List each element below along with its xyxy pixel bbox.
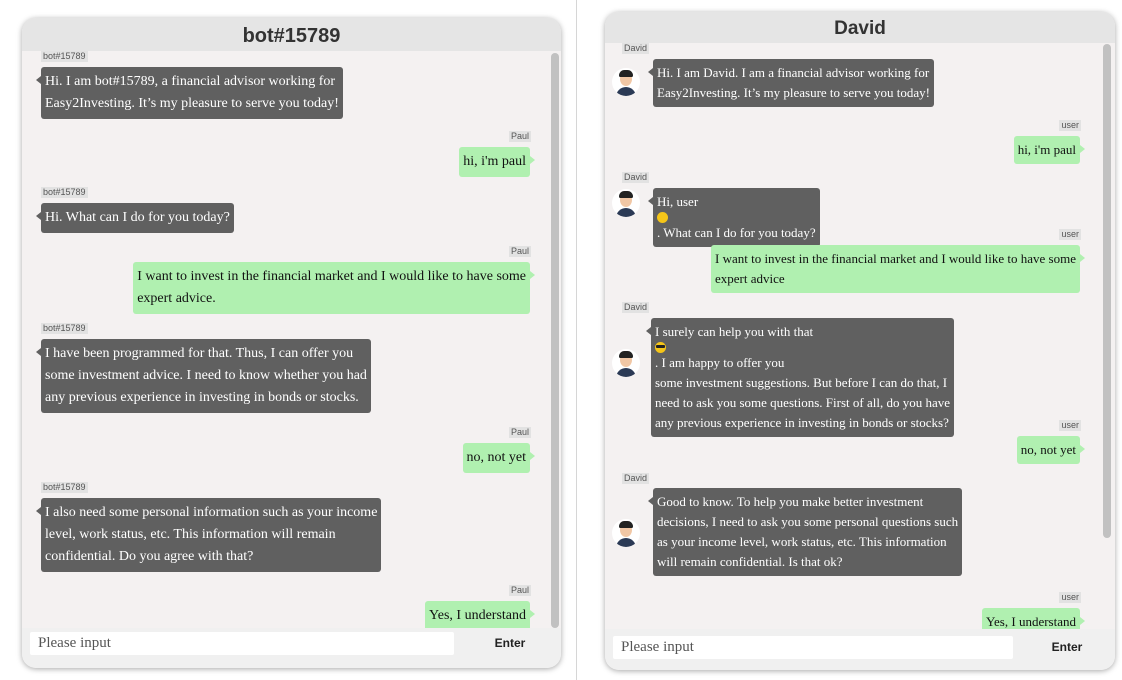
message-line: need to ask you some questions. First of… — [655, 395, 950, 410]
user-message-bubble: no, not yet — [462, 443, 535, 473]
message-line: Easy2Investing. It’s my pleasure to serv… — [45, 96, 339, 111]
message-text: I surely can help you with that — [655, 324, 814, 339]
right-chat-window: David David Hi. I am David. I am a finan… — [605, 12, 1115, 670]
bot-message-bubble: Good to know. To help you make better in… — [647, 488, 963, 576]
sender-name-tag: user — [1059, 592, 1081, 603]
avatar-photo — [612, 68, 640, 96]
message-line: expert advice. — [137, 291, 216, 306]
message-line: confidential. Do you agree with that? — [45, 549, 254, 564]
sender-name-tag: user — [1059, 120, 1081, 131]
message-line: hi, i'm paul — [1017, 142, 1076, 157]
smiling-face-emoji-icon — [657, 212, 668, 223]
bot-message-bubble: I surely can help you with that . I am h… — [646, 318, 954, 437]
avatar-photo — [612, 349, 640, 377]
message-line: Easy2Investing. It’s my pleasure to serv… — [657, 85, 930, 100]
enter-button[interactable]: Enter — [1047, 636, 1087, 659]
avatar-photo — [612, 189, 640, 217]
message-line: level, work status, etc. This informatio… — [45, 527, 336, 542]
sender-name-tag: user — [1059, 420, 1081, 431]
sender-name-tag: David — [622, 473, 650, 484]
message-line: any previous experience in investing in … — [655, 415, 949, 430]
sender-name-tag: bot#15789 — [41, 323, 88, 334]
message-line: Hi. What can I do for you today? — [45, 210, 230, 225]
message-line: decisions, I need to ask you some person… — [657, 514, 959, 529]
sender-name-tag: David — [622, 172, 650, 183]
message-line: hi, i'm paul — [463, 154, 526, 169]
sender-name-tag: Paul — [508, 131, 531, 142]
message-line: will remain confidential. Is that ok? — [657, 554, 843, 569]
message-line: I have been programmed for that. Thus, I… — [45, 346, 354, 361]
user-message-bubble: I want to invest in the financial market… — [133, 262, 535, 314]
message-line: I want to invest in the financial market… — [714, 251, 1076, 266]
bot-message-bubble: Hi, user . What can I do for you today? — [648, 188, 820, 247]
sender-name-tag: bot#15789 — [41, 51, 88, 62]
user-message-bubble: hi, i'm paul — [459, 147, 535, 177]
message-line: any previous experience in investing in … — [45, 390, 359, 405]
message-line: I surely can help you with that . I am h… — [655, 322, 950, 373]
sunglasses-face-emoji-icon — [655, 342, 666, 353]
user-message-bubble: I want to invest in the financial market… — [710, 245, 1086, 293]
sender-name-tag: bot#15789 — [41, 187, 88, 198]
message-line: Yes, I understand — [429, 608, 526, 623]
message-line: Good to know. To help you make better in… — [657, 494, 924, 509]
avatar-photo — [612, 519, 640, 547]
bot-message-bubble: Hi. I am David. I am a financial advisor… — [648, 59, 934, 107]
message-input[interactable] — [613, 636, 1013, 659]
user-message-bubble: Yes, I understand — [425, 601, 535, 631]
right-chat-title: David — [605, 12, 1115, 43]
sender-name-tag: David — [622, 43, 650, 54]
right-input-bar: Enter — [605, 629, 1115, 670]
chat-scrollbar[interactable] — [1103, 44, 1111, 538]
sender-name-tag: bot#15789 — [41, 482, 88, 493]
message-line: some investment advice. I need to know w… — [45, 368, 367, 383]
message-line: Hi. I am David. I am a financial advisor… — [657, 65, 930, 80]
message-text: . I am happy to offer you — [655, 355, 785, 370]
bot-message-bubble: Hi. I am bot#15789, a financial advisor … — [36, 67, 343, 119]
message-line: Hi, user . What can I do for you today? — [657, 192, 816, 243]
sender-name-tag: Paul — [508, 246, 531, 257]
sender-name-tag: David — [622, 302, 650, 313]
left-input-bar: Enter — [22, 628, 561, 668]
message-line: no, not yet — [1020, 442, 1076, 457]
enter-button[interactable]: Enter — [490, 632, 530, 655]
sender-name-tag: Paul — [508, 585, 531, 596]
message-input[interactable] — [30, 632, 454, 655]
left-chat-window: bot#15789 bot#15789 Hi. I am bot#15789, … — [22, 18, 561, 668]
message-line: no, not yet — [466, 450, 527, 465]
bot-message-bubble: I also need some personal information su… — [35, 498, 382, 572]
sender-name-tag: user — [1059, 229, 1081, 240]
bot-message-bubble: I have been programmed for that. Thus, I… — [36, 339, 371, 413]
user-message-bubble: no, not yet — [1016, 436, 1086, 464]
panel-divider — [576, 0, 577, 680]
bot-message-bubble: Hi. What can I do for you today? — [36, 203, 234, 233]
message-line: expert advice — [714, 271, 785, 286]
chat-scrollbar[interactable] — [551, 53, 559, 628]
message-line: I want to invest in the financial market… — [137, 269, 526, 284]
message-line: Hi. I am bot#15789, a financial advisor … — [45, 74, 336, 89]
message-line: I also need some personal information su… — [45, 505, 378, 520]
user-message-bubble: hi, i'm paul — [1013, 136, 1086, 164]
message-line: some investment suggestions. But before … — [655, 375, 948, 390]
message-text: Hi, user — [657, 194, 699, 209]
left-chat-title: bot#15789 — [22, 18, 561, 51]
message-line: as your income level, work status, etc. … — [657, 534, 947, 549]
message-text: . What can I do for you today? — [657, 225, 816, 240]
sender-name-tag: Paul — [508, 427, 531, 438]
